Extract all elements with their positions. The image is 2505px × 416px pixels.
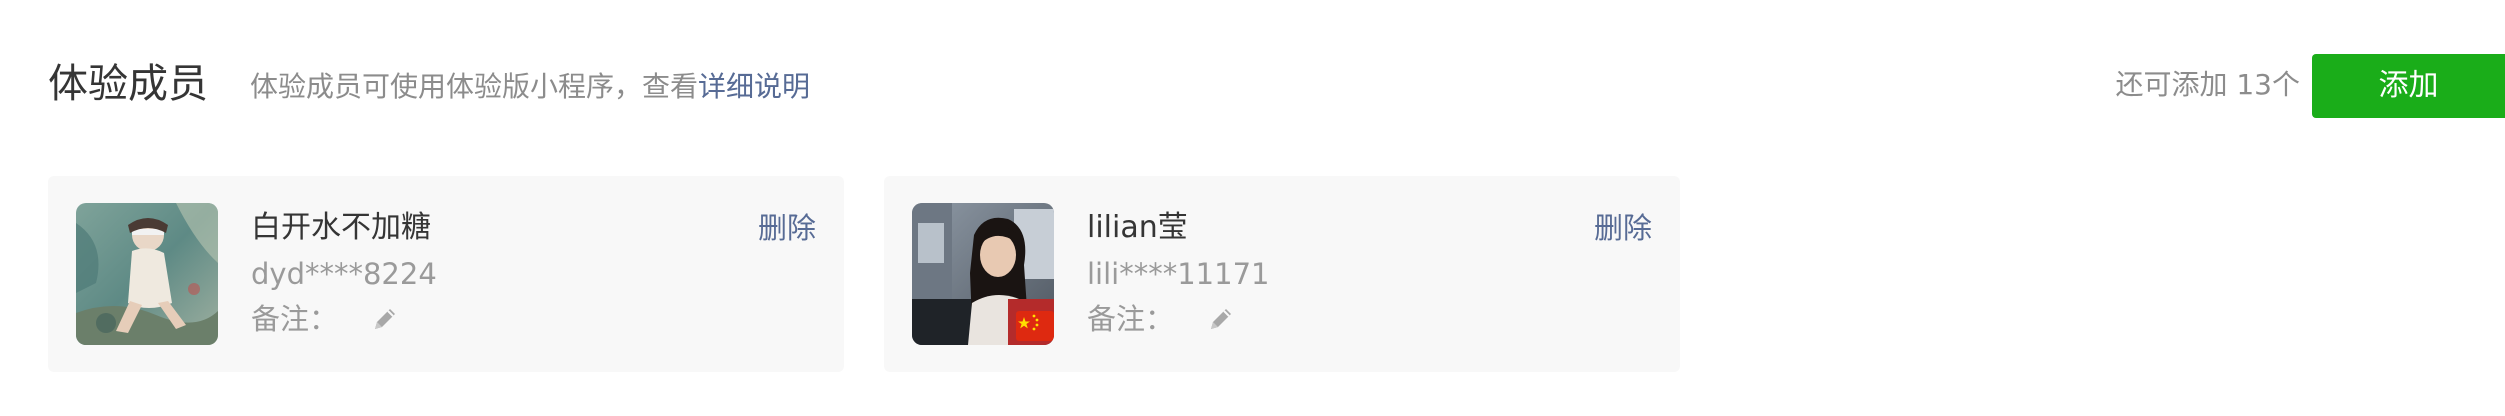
- member-account: dyd****8224: [251, 257, 437, 291]
- remark-row: 备注：: [1087, 297, 1238, 341]
- china-flag-icon: [1016, 311, 1054, 341]
- member-card: 白开水不加糖 dyd****8224 备注： 删除: [48, 176, 844, 372]
- avatar-photo: [912, 203, 1054, 345]
- remark-label: 备注：: [1087, 302, 1175, 336]
- avatar-illustration: [76, 203, 218, 345]
- edit-remark-pencil-icon[interactable]: [1204, 302, 1238, 336]
- members-header: 体验成员 体验成员可使用体验版小程序，查看详细说明 还可添加 13个 添加: [0, 0, 2505, 140]
- section-description: 体验成员可使用体验版小程序，查看详细说明: [250, 66, 810, 108]
- member-name: lilian莹: [1087, 210, 1188, 245]
- help-link[interactable]: 详细说明: [698, 70, 810, 103]
- member-name: 白开水不加糖: [251, 210, 431, 245]
- member-list: 白开水不加糖 dyd****8224 备注： 删除 lilian莹 lili**…: [48, 176, 1680, 372]
- member-card: lilian莹 lili****11171 备注： 删除: [884, 176, 1680, 372]
- member-account: lili****11171: [1087, 257, 1270, 291]
- add-member-button[interactable]: 添加: [2312, 54, 2505, 118]
- remaining-count: 还可添加 13个: [2115, 68, 2300, 101]
- page-title: 体验成员: [48, 61, 208, 107]
- remark-row: 备注：: [251, 297, 402, 341]
- avatar: [912, 203, 1054, 345]
- delete-member-link[interactable]: 删除: [1594, 206, 1652, 250]
- edit-remark-pencil-icon[interactable]: [368, 302, 402, 336]
- description-text: 体验成员可使用体验版小程序，查看: [250, 70, 699, 103]
- delete-member-link[interactable]: 删除: [758, 206, 816, 250]
- remark-label: 备注：: [251, 302, 339, 336]
- avatar: [76, 203, 218, 345]
